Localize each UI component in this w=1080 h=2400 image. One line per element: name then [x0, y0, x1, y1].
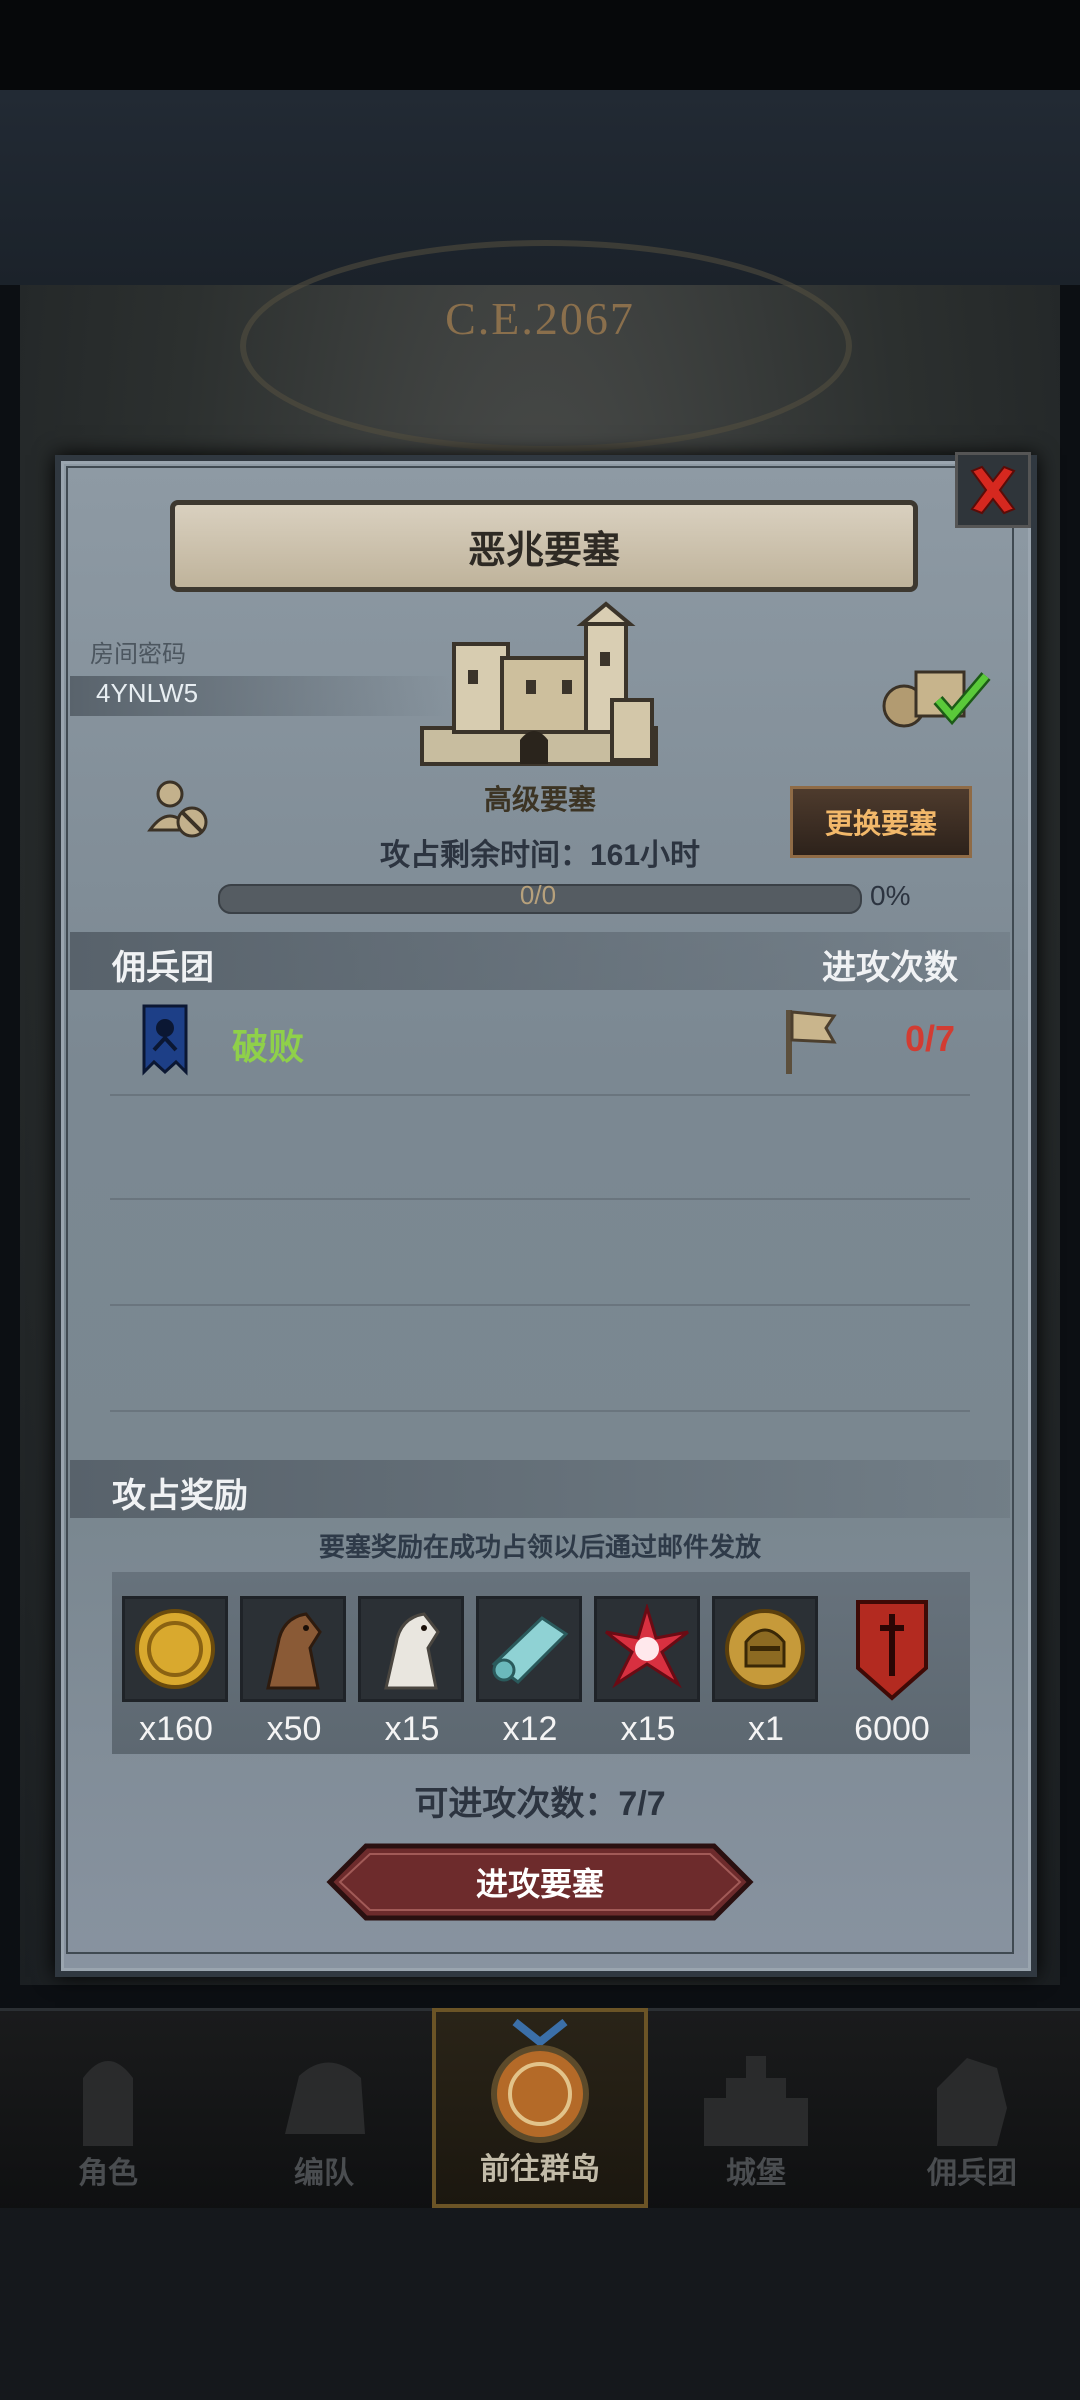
close-button[interactable]	[955, 452, 1031, 528]
brown-horse-icon	[266, 1612, 322, 1690]
reward-qty: x15	[384, 1710, 440, 1748]
close-icon	[970, 465, 1016, 515]
reward-qty: x15	[620, 1710, 676, 1748]
row-divider	[110, 1198, 970, 1200]
knight-helmet-icon	[725, 1609, 805, 1689]
nav-mercenary[interactable]: 佣兵团	[864, 2008, 1080, 2208]
castle-nav-icon	[704, 2056, 808, 2146]
attack-count-header: 进攻次数	[822, 949, 958, 987]
reward-item[interactable]	[594, 1596, 700, 1702]
reward-note: 要塞奖励在成功占领以后通过邮件发放	[318, 1532, 761, 1562]
red-banner-icon	[856, 1600, 928, 1701]
reward-qty: 6000	[854, 1710, 930, 1748]
row-divider	[110, 1410, 970, 1412]
cloth-scroll-icon	[491, 1616, 569, 1684]
room-password: 4YNLW5	[96, 678, 199, 708]
mercenary-icon	[937, 2058, 1007, 2146]
attacks-available: 可进攻次数：7/7	[414, 1785, 666, 1823]
mercenary-status: 破败	[232, 1026, 305, 1067]
reward-qty: x50	[266, 1710, 322, 1748]
reward-item[interactable]	[358, 1596, 464, 1702]
reward-item[interactable]	[712, 1596, 818, 1702]
gold-coin-icon	[135, 1609, 215, 1689]
knight-icon	[83, 2061, 133, 2146]
room-password-label: 房间密码	[90, 641, 186, 668]
time-remaining: 攻占剩余时间：161小时	[379, 839, 701, 872]
guild-banner-icon	[140, 1004, 190, 1076]
attack-fortress-button[interactable]: 进攻要塞	[326, 1842, 754, 1922]
loot-bag-icon[interactable]	[876, 662, 996, 732]
castle-icon	[416, 600, 662, 772]
nav-castle[interactable]: 城堡	[648, 2008, 864, 2208]
white-horse-icon	[384, 1612, 440, 1690]
attack-count: 0/7	[905, 1018, 956, 1059]
reward-qty: x1	[748, 1710, 784, 1748]
year-label: C.E.2067	[445, 293, 635, 344]
globe-icon	[491, 2018, 589, 2143]
nav-label: 城堡	[726, 2157, 786, 2190]
nav-label: 编队	[294, 2157, 354, 2190]
helmet-icon	[285, 2062, 365, 2134]
nav-label: 角色	[78, 2157, 138, 2190]
reward-item[interactable]	[476, 1596, 582, 1702]
dialog-title: 恶兆要塞	[170, 500, 918, 592]
nav-label: 前往群岛	[480, 2153, 600, 2186]
nav-character[interactable]: 角色	[0, 2008, 216, 2208]
nav-formation[interactable]: 编队	[216, 2008, 432, 2208]
flag-icon	[782, 1006, 838, 1076]
progress-text: 0/0	[519, 880, 557, 910]
progress-percent: 0%	[870, 880, 911, 911]
status-bar	[0, 0, 1080, 90]
reward-item[interactable]	[240, 1596, 346, 1702]
nav-label: 佣兵团	[927, 2157, 1017, 2190]
mercenary-header: 佣兵团	[112, 949, 214, 987]
compass-ring	[240, 240, 852, 452]
row-divider	[110, 1304, 970, 1306]
nav-islands[interactable]: 前往群岛	[432, 2008, 648, 2208]
reward-qty: x160	[139, 1710, 213, 1748]
reward-item[interactable]	[122, 1596, 228, 1702]
reward-qty: x12	[502, 1710, 558, 1748]
row-divider	[110, 1094, 970, 1096]
reward-header: 攻占奖励	[112, 1477, 248, 1515]
bottom-area	[0, 2208, 1080, 2400]
red-star-icon	[605, 1604, 689, 1689]
reward-item[interactable]	[852, 1598, 932, 1702]
